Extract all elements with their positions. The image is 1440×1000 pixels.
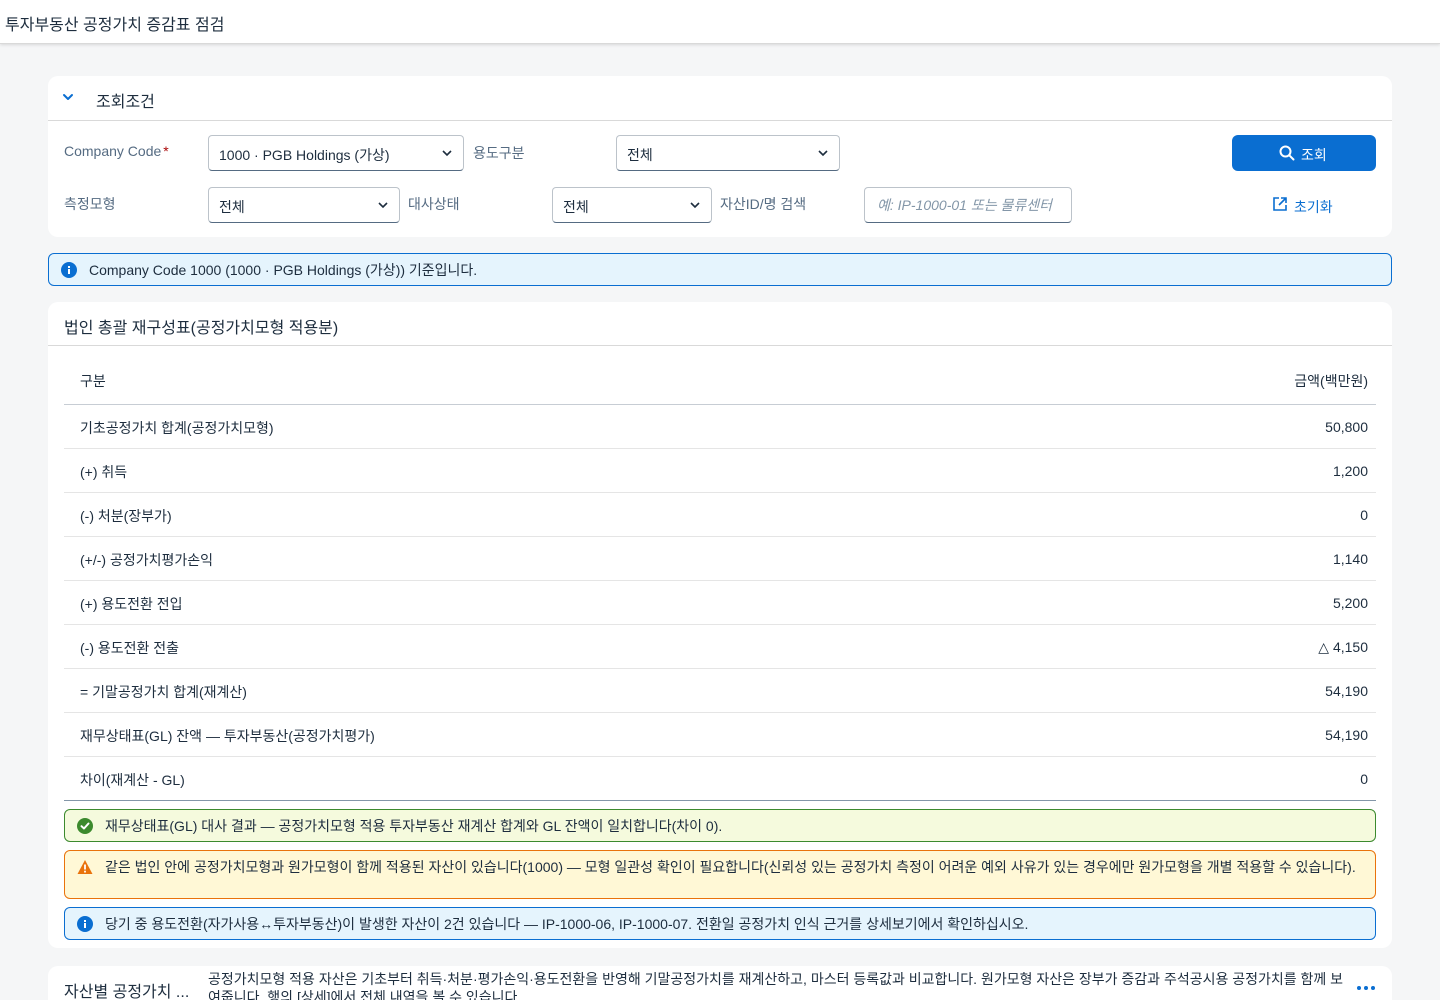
row-label: (+) 취득 [80,464,128,480]
column-header-category: 구분 [80,373,106,389]
info-icon [61,262,77,278]
usage-select[interactable]: 전체 [616,135,840,171]
row-amount: 54,190 [1325,727,1368,743]
model-label: 측정모형 [64,196,116,212]
search-button-label: 조회 [1301,147,1327,163]
filter-panel: 조회조건 Company Code * 1000 · PGB Holdings (… [48,76,1392,237]
table-row: 재무상태표(GL) 잔액 — 투자부동산(공정가치평가) 54,190 [64,713,1376,757]
company-code-label: Company Code * [64,143,169,159]
column-header-amount: 금액(백만원) [1294,373,1368,389]
asset-section-description: 공정가치모형 적용 자산은 기초부터 취득·처분·평가손익·용도전환을 반영해 … [208,971,1344,1000]
row-label: 기초공정가치 합계(공정가치모형) [80,420,274,436]
search-button[interactable]: 조회 [1232,135,1376,171]
row-amount: 1,140 [1332,551,1368,567]
row-amount: 0 [1360,771,1368,787]
recon-select[interactable]: 전체 [552,187,712,223]
info-banner-text: Company Code 1000 (1000 · PGB Holdings (… [89,262,478,278]
table-row: (+) 용도전환 전입 5,200 [64,581,1376,625]
table-row: (-) 처분(장부가) 0 [64,493,1376,537]
transfer-info-text: 당기 중 용도전환(자가사용↔투자부동산)이 발생한 자산이 2건 있습니다 —… [105,916,1029,932]
row-amount: 1,200 [1332,463,1368,479]
success-message-text: 재무상태표(GL) 대사 결과 — 공정가치모형 적용 투자부동산 재계산 합계… [105,818,723,834]
usage-label: 용도구분 [473,145,525,161]
row-label: (+) 용도전환 전입 [80,596,183,612]
reset-button[interactable]: 초기화 [1270,195,1370,217]
chevron-down-icon [442,150,452,157]
warning-message: 같은 법인 안에 공정가치모형과 원가모형이 함께 적용된 자산이 있습니다(1… [64,850,1376,899]
reset-button-label: 초기화 [1294,199,1333,215]
chevron-down-icon [378,202,388,209]
row-amount: 5,200 [1332,595,1368,611]
model-value: 전체 [219,199,245,215]
table-row: 기초공정가치 합계(공정가치모형) 50,800 [64,405,1376,449]
info-icon [77,916,93,932]
info-banner: Company Code 1000 (1000 · PGB Holdings (… [48,253,1392,286]
row-label: 차이(재계산 - GL) [80,772,185,788]
chevron-down-icon [818,150,828,157]
row-amount: 50,800 [1325,419,1368,435]
company-code-select[interactable]: 1000 · PGB Holdings (가상) [208,135,464,171]
table-row: 차이(재계산 - GL) 0 [64,757,1376,801]
check-circle-icon [77,818,93,834]
asset-section-title: 자산별 공정가치 ... [64,984,190,1000]
shell-bar: 투자부동산 공정가치 증감표 점검 [0,0,1440,44]
row-label: = 기말공정가치 합계(재계산) [80,684,247,700]
table-row: (+/-) 공정가치평가손익 1,140 [64,537,1376,581]
model-select[interactable]: 전체 [208,187,400,223]
asset-search-input[interactable] [864,187,1072,223]
table-row: = 기말공정가치 합계(재계산) 54,190 [64,669,1376,713]
transfer-info-message: 당기 중 용도전환(자가사용↔투자부동산)이 발생한 자산이 2건 있습니다 —… [64,907,1376,940]
success-message: 재무상태표(GL) 대사 결과 — 공정가치모형 적용 투자부동산 재계산 합계… [64,809,1376,842]
filter-header[interactable]: 조회조건 [48,76,1392,121]
chevron-down-icon [690,202,700,209]
statement-panel: 법인 총괄 재구성표(공정가치모형 적용분) 구분 금액(백만원) 기초공정가치… [48,302,1392,948]
warning-icon [77,860,93,874]
table-row: (+) 취득 1,200 [64,449,1376,493]
company-code-value: 1000 · PGB Holdings (가상) [219,147,390,163]
asset-search-label: 자산ID/명 검색 [720,196,807,212]
chevron-down-icon[interactable] [61,90,75,104]
search-icon [1279,145,1295,161]
app-title: 투자부동산 공정가치 증감표 점검 [5,17,225,34]
warning-message-text: 같은 법인 안에 공정가치모형과 원가모형이 함께 적용된 자산이 있습니다(1… [105,859,1356,875]
filter-title: 조회조건 [96,94,155,111]
asset-fair-value-panel: 자산별 공정가치 ... 공정가치모형 적용 자산은 기초부터 취득·처분·평가… [48,966,1392,1000]
reset-icon [1273,197,1287,211]
row-amount: 54,190 [1325,683,1368,699]
row-label: (+/-) 공정가치평가손익 [80,552,213,568]
row-amount: △ 4,150 [1318,639,1368,655]
table-header: 구분 금액(백만원) [64,361,1376,405]
more-options-icon[interactable] [1356,980,1376,996]
row-label: (-) 용도전환 전출 [80,640,180,656]
statement-title: 법인 총괄 재구성표(공정가치모형 적용분) [64,320,339,337]
table-row: (-) 용도전환 전출 △ 4,150 [64,625,1376,669]
usage-value: 전체 [627,147,653,163]
divider [48,345,1392,346]
row-amount: 0 [1360,507,1368,523]
row-label: (-) 처분(장부가) [80,508,172,524]
recon-value: 전체 [563,199,589,215]
required-mark: * [163,143,169,159]
row-label: 재무상태표(GL) 잔액 — 투자부동산(공정가치평가) [80,728,375,744]
recon-label: 대사상태 [408,196,460,212]
